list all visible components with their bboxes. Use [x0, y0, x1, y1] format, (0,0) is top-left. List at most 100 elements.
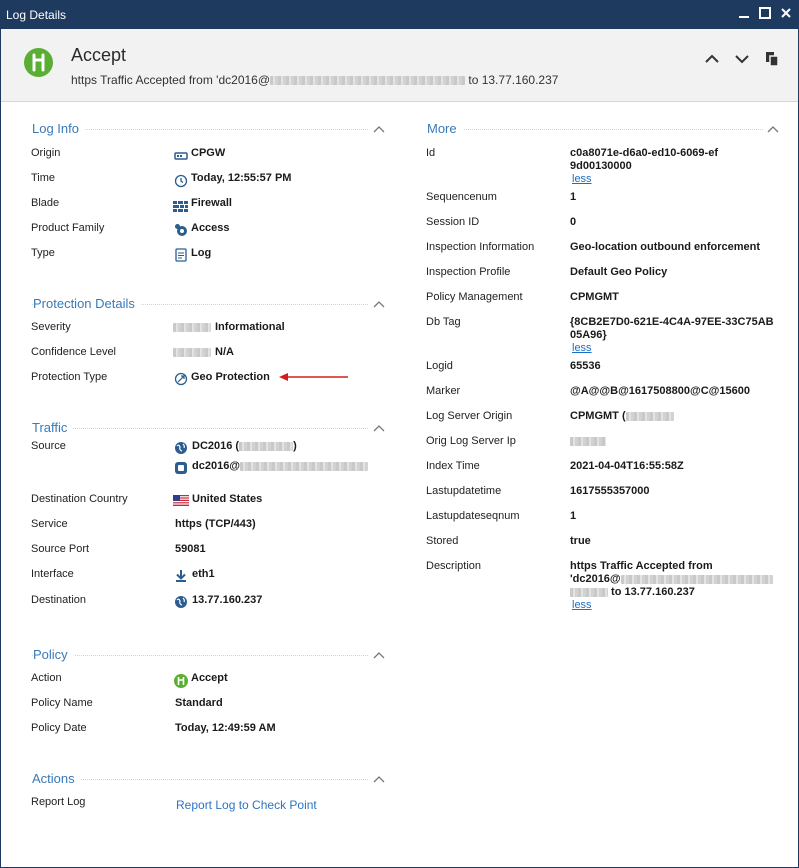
destination-value: 13.77.160.237 [192, 594, 263, 606]
log-action-title: Accept [71, 45, 127, 65]
severity-indicator [173, 323, 211, 332]
redacted-text [620, 574, 773, 584]
section-divider [32, 428, 368, 429]
action-label: Action [31, 672, 62, 684]
section-divider [427, 129, 763, 130]
service-label: Service [31, 518, 68, 530]
description-line-3: to 13.77.160.237 [570, 586, 695, 598]
lastupdatetime-label: Lastupdatetime [426, 485, 502, 497]
log-summary: https Traffic Accepted from 'dc2016@ to … [71, 73, 559, 87]
globe-icon [174, 595, 188, 609]
previous-log-button[interactable] [703, 50, 721, 68]
inspection-information-label: Inspection Information [426, 241, 535, 253]
inspection-profile-value: Default Geo Policy [570, 266, 668, 278]
orig-log-server-ip-label: Orig Log Server Ip [426, 435, 516, 447]
redacted-text [270, 76, 466, 86]
protection-type-label: Protection Type [31, 371, 108, 383]
action-value: Accept [191, 672, 228, 684]
close-button[interactable] [776, 5, 796, 23]
id-value: c0a8071e-d6a0-ed10-6069-ef9d00130000 [570, 147, 718, 172]
redacted-text [570, 587, 608, 597]
collapse-traffic-button[interactable] [373, 424, 385, 432]
service-value: https (TCP/443) [175, 518, 256, 530]
inspection-profile-label: Inspection Profile [426, 266, 511, 278]
logid-label: Logid [426, 360, 453, 372]
geo-icon [174, 372, 188, 386]
description-line-1: https Traffic Accepted from [570, 560, 713, 572]
interface-label: Interface [31, 568, 74, 580]
collapse-policy-button[interactable] [373, 651, 385, 659]
clock-icon [174, 174, 188, 188]
copy-button[interactable] [763, 50, 781, 68]
destination-label: Destination [31, 594, 87, 606]
product-family-label: Product Family [31, 222, 105, 234]
download-arrow-icon [174, 569, 188, 583]
window-title: Log Details [6, 8, 67, 22]
description-label: Description [426, 560, 482, 572]
collapse-more-button[interactable] [767, 125, 779, 133]
marker-value: @A@@B@1617508800@C@15600 [570, 385, 750, 397]
blade-label: Blade [31, 197, 60, 209]
origin-value: CPGW [191, 147, 226, 159]
source-port-value: 59081 [175, 543, 206, 555]
source-label: Source [31, 440, 66, 452]
type-label: Type [31, 247, 55, 259]
session-id-value: 0 [570, 216, 577, 228]
source-user-value: dc2016@ [192, 460, 369, 472]
collapse-log-info-button[interactable] [373, 125, 385, 133]
destination-country-value: United States [192, 493, 263, 505]
redacted-text [239, 441, 294, 451]
protection-details-section-title: Protection Details [33, 296, 141, 311]
index-time-label: Index Time [426, 460, 480, 472]
id-less-link[interactable]: less [572, 173, 592, 185]
source-host-value: DC2016 () [192, 440, 297, 452]
db-tag-label: Db Tag [426, 316, 461, 328]
section-divider [32, 655, 368, 656]
gateway-icon [174, 148, 188, 162]
policy-management-label: Policy Management [426, 291, 523, 303]
session-id-label: Session ID [426, 216, 480, 228]
confidence-indicator [173, 348, 211, 357]
report-log-link[interactable]: Report Log to Check Point [176, 798, 317, 812]
time-label: Time [31, 172, 56, 184]
index-time-value: 2021-04-04T16:55:58Z [570, 460, 684, 472]
confidence-level-value: N/A [215, 346, 234, 358]
access-icon [174, 223, 188, 237]
stored-value: true [570, 535, 591, 547]
inspection-information-value: Geo-location outbound enforcement [570, 241, 761, 253]
minimize-button[interactable] [734, 5, 754, 23]
marker-label: Marker [426, 385, 461, 397]
log-icon [174, 248, 188, 262]
redacted-text [625, 411, 674, 421]
maximize-button[interactable] [755, 5, 775, 23]
description-less-link[interactable]: less [572, 599, 592, 611]
actions-section-title: Actions [32, 771, 81, 786]
sequencenum-label: Sequencenum [426, 191, 497, 203]
us-flag-icon [173, 495, 189, 506]
window-titlebar: Log Details [0, 0, 799, 29]
origin-label: Origin [31, 147, 61, 159]
redacted-text [240, 461, 369, 471]
accept-icon [24, 48, 53, 77]
lastupdateseqnum-value: 1 [570, 510, 577, 522]
severity-label: Severity [31, 321, 71, 333]
next-log-button[interactable] [733, 50, 751, 68]
lastupdateseqnum-label: Lastupdateseqnum [426, 510, 520, 522]
id-label: Id [426, 147, 436, 159]
globe-icon [174, 441, 188, 455]
policy-section-title: Policy [33, 647, 74, 662]
db-tag-less-link[interactable]: less [572, 342, 592, 354]
more-section-title: More [427, 121, 463, 136]
policy-date-label: Policy Date [31, 722, 87, 734]
confidence-level-label: Confidence Level [31, 346, 117, 358]
logid-value: 65536 [570, 360, 601, 372]
annotation-arrow-icon [279, 373, 348, 381]
policy-name-value: Standard [175, 697, 223, 709]
firewall-icon [173, 199, 188, 213]
severity-value: Informational [215, 321, 285, 333]
collapse-actions-button[interactable] [373, 775, 385, 783]
db-tag-value: {8CB2E7D0-621E-4C4A-97EE-33C75AB05A96} [570, 316, 774, 341]
traffic-section-title: Traffic [32, 420, 74, 435]
collapse-protection-details-button[interactable] [373, 300, 385, 308]
orig-log-server-ip-redacted [570, 437, 606, 446]
